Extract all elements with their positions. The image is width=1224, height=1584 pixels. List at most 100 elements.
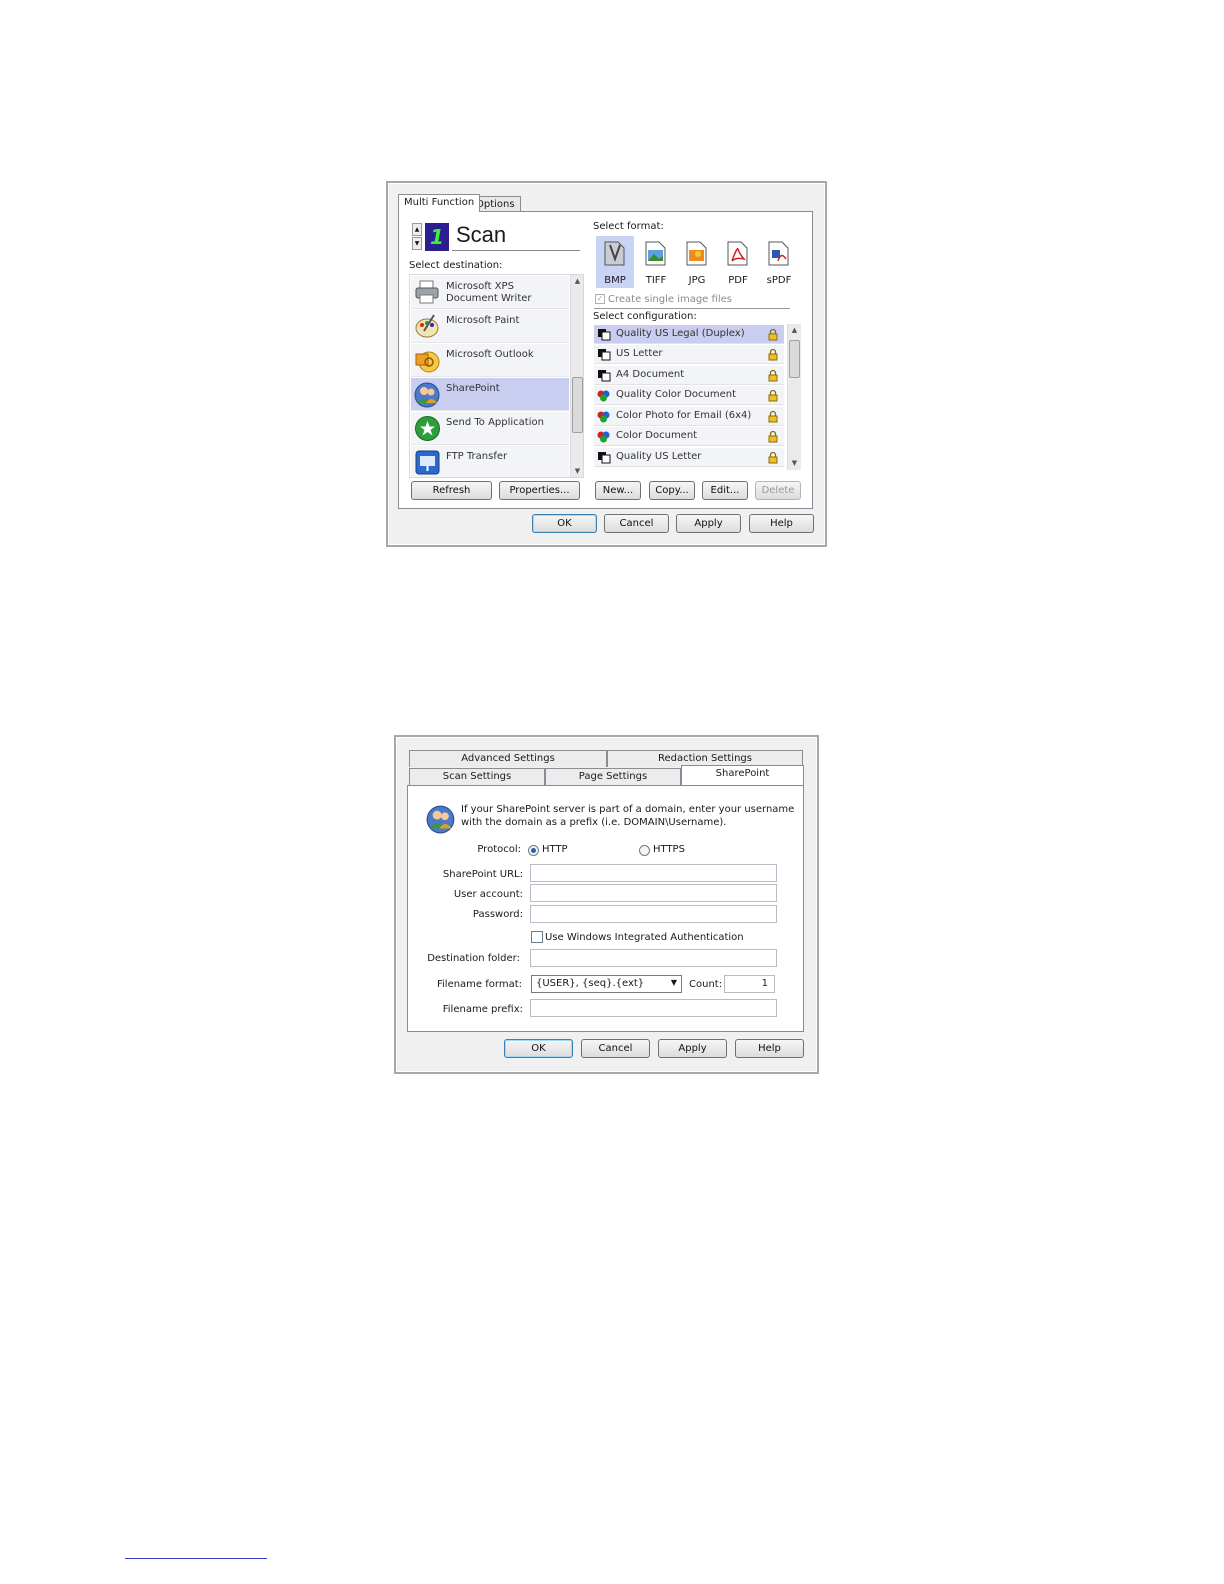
- outlook-icon: [415, 351, 440, 373]
- sharepoint-users-icon: [414, 382, 440, 408]
- format-pdf[interactable]: PDF: [719, 236, 757, 288]
- destination-label: Microsoft Paint: [446, 315, 520, 326]
- format-bmp[interactable]: BMP: [596, 236, 634, 288]
- format-tiff[interactable]: TIFF: [637, 236, 675, 288]
- destination-label: FTP Transfer: [446, 451, 508, 462]
- destination-item-ftp[interactable]: FTP Transfer: [411, 446, 569, 477]
- scroll-down-icon[interactable]: ▼: [788, 457, 801, 469]
- color-config-icon: [597, 390, 610, 402]
- cancel-button[interactable]: Cancel: [604, 514, 669, 533]
- apply-button[interactable]: Apply: [658, 1039, 727, 1058]
- destination-scrollbar[interactable]: ▲ ▼: [570, 275, 583, 477]
- tab-page-settings[interactable]: Page Settings: [545, 768, 681, 785]
- create-single-image-checkbox[interactable]: ✓: [595, 294, 605, 304]
- password-input[interactable]: [530, 905, 777, 923]
- config-item[interactable]: Quality US Letter: [594, 448, 784, 467]
- printer-icon: [415, 280, 439, 304]
- scan-spinner[interactable]: ▲ ▼: [412, 223, 422, 251]
- config-label: Quality Color Document: [616, 389, 737, 400]
- lock-icon: [768, 389, 778, 402]
- color-config-icon: [597, 431, 610, 443]
- format-spdf[interactable]: sPDF: [760, 236, 798, 288]
- edit-button[interactable]: Edit...: [702, 481, 748, 500]
- bw-config-icon: [598, 452, 611, 464]
- destination-folder-input[interactable]: [530, 949, 777, 967]
- config-label: Color Document: [616, 430, 698, 441]
- config-item[interactable]: US Letter: [594, 345, 784, 364]
- destination-item-outlook[interactable]: Microsoft Outlook: [411, 344, 569, 377]
- destination-label: Microsoft XPS Document Writer: [446, 281, 532, 304]
- lock-icon: [768, 410, 778, 423]
- tab-multi-function[interactable]: Multi Function: [398, 194, 481, 212]
- configuration-list[interactable]: Quality US Legal (Duplex) US Letter A4 D…: [594, 324, 802, 470]
- config-item[interactable]: A4 Document: [594, 366, 784, 385]
- sharepoint-url-input[interactable]: [530, 864, 777, 882]
- count-label: Count:: [689, 979, 723, 990]
- info-text-line2: with the domain as a prefix (i.e. DOMAIN…: [461, 817, 727, 828]
- color-config-icon: [597, 411, 610, 423]
- ftp-transfer-icon: [415, 450, 440, 475]
- count-input[interactable]: 1: [724, 975, 775, 993]
- destination-list[interactable]: Microsoft XPS Document Writer Microsoft …: [409, 274, 584, 478]
- bw-config-icon: [598, 329, 611, 341]
- properties-button[interactable]: Properties...: [499, 481, 580, 500]
- lock-icon: [768, 348, 778, 361]
- ok-button[interactable]: OK: [532, 514, 597, 533]
- scroll-up-icon[interactable]: ▲: [788, 324, 801, 336]
- tab-sharepoint[interactable]: SharePoint: [681, 765, 804, 785]
- config-label: Color Photo for Email (6x4): [616, 410, 752, 421]
- bmp-icon: [604, 241, 625, 266]
- user-account-input[interactable]: [530, 884, 777, 902]
- new-button[interactable]: New...: [595, 481, 641, 500]
- destination-item-paint[interactable]: Microsoft Paint: [411, 310, 569, 343]
- user-account-label: User account:: [453, 889, 523, 900]
- https-radio[interactable]: [639, 845, 650, 856]
- config-item[interactable]: Color Document: [594, 427, 784, 446]
- https-label: HTTPS: [653, 844, 685, 855]
- destination-label: Send To Application: [446, 417, 544, 428]
- http-radio[interactable]: [528, 845, 539, 856]
- spin-up-icon[interactable]: ▲: [412, 223, 422, 236]
- format-jpg[interactable]: JPG: [678, 236, 716, 288]
- select-destination-label: Select destination:: [409, 260, 503, 271]
- send-to-app-icon: [415, 416, 440, 441]
- destination-folder-label: Destination folder:: [427, 953, 520, 964]
- filename-prefix-label: Filename prefix:: [442, 1004, 523, 1015]
- filename-format-select[interactable]: {USER}, {seq}.{ext} ▼: [531, 975, 682, 993]
- tab-scan-settings[interactable]: Scan Settings: [409, 768, 545, 785]
- spin-down-icon[interactable]: ▼: [412, 237, 422, 250]
- configuration-scrollbar[interactable]: ▲ ▼: [787, 324, 801, 470]
- bw-config-icon: [598, 349, 611, 361]
- format-label: sPDF: [766, 275, 792, 286]
- help-button[interactable]: Help: [749, 514, 814, 533]
- destination-item-send-to-app[interactable]: Send To Application: [411, 412, 569, 445]
- jpg-icon: [686, 241, 707, 266]
- filename-format-label: Filename format:: [436, 979, 522, 990]
- scroll-thumb[interactable]: [572, 377, 583, 433]
- spdf-icon: [768, 241, 789, 266]
- scroll-up-icon[interactable]: ▲: [571, 275, 583, 287]
- copy-button[interactable]: Copy...: [649, 481, 695, 500]
- select-configuration-label: Select configuration:: [593, 311, 697, 322]
- scroll-down-icon[interactable]: ▼: [571, 465, 583, 477]
- refresh-button[interactable]: Refresh: [411, 481, 492, 500]
- ok-button[interactable]: OK: [504, 1039, 573, 1058]
- destination-item-xps[interactable]: Microsoft XPS Document Writer: [411, 276, 569, 309]
- cancel-button[interactable]: Cancel: [581, 1039, 650, 1058]
- destination-item-sharepoint[interactable]: SharePoint: [411, 378, 569, 411]
- sharepoint-users-icon: [426, 805, 455, 834]
- config-item[interactable]: Quality Color Document: [594, 386, 784, 405]
- divider: [594, 308, 790, 309]
- windows-auth-checkbox[interactable]: [531, 931, 543, 943]
- scroll-thumb[interactable]: [789, 340, 800, 378]
- create-single-image-label: Create single image files: [608, 294, 732, 305]
- help-button[interactable]: Help: [735, 1039, 804, 1058]
- apply-button[interactable]: Apply: [676, 514, 741, 533]
- config-item[interactable]: Quality US Legal (Duplex): [594, 325, 784, 344]
- config-item[interactable]: Color Photo for Email (6x4): [594, 407, 784, 426]
- dropdown-arrow-icon[interactable]: ▼: [671, 978, 677, 987]
- paint-palette-icon: [415, 314, 439, 338]
- tab-advanced-settings[interactable]: Advanced Settings: [409, 750, 607, 767]
- filename-prefix-input[interactable]: [530, 999, 777, 1017]
- delete-button[interactable]: Delete: [755, 481, 801, 500]
